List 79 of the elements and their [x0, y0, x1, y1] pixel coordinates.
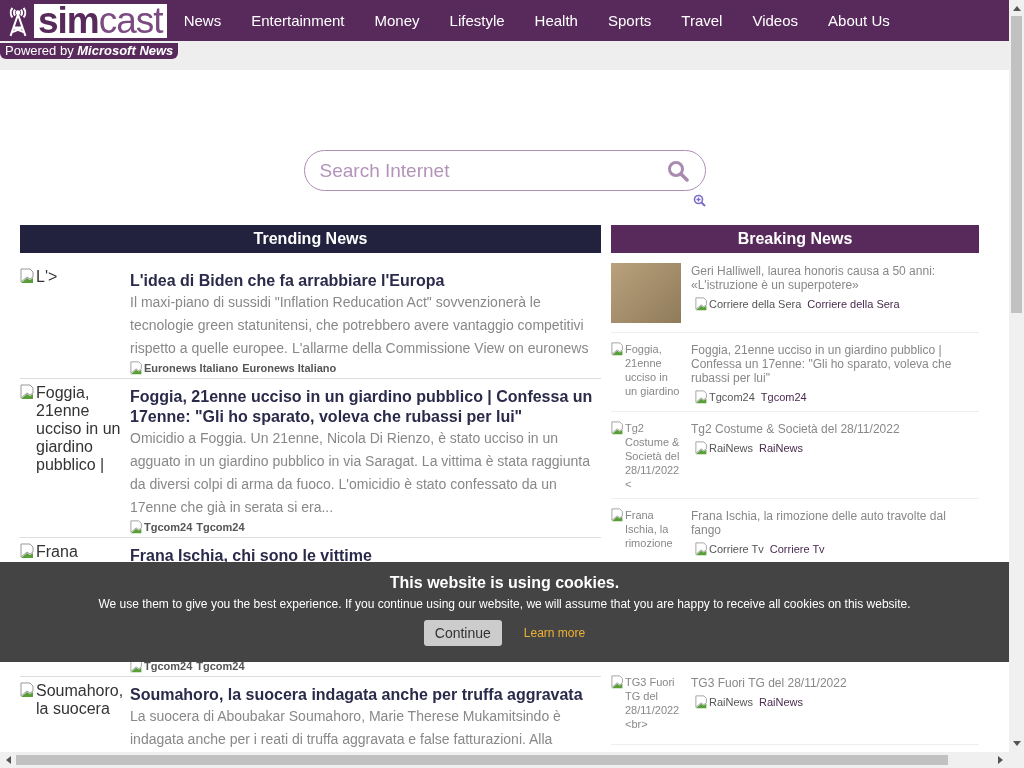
- article-title-link[interactable]: Geri Halliwell, laurea honoris causa a 50 anni: «L'istruzione è un superpotere»: [691, 264, 979, 292]
- broken-image-icon: [611, 675, 625, 689]
- source-link[interactable]: Corriere Tv: [769, 543, 825, 555]
- source-link[interactable]: Tgcom24: [760, 391, 807, 403]
- article-title-link[interactable]: Foggia, 21enne ucciso in un giardino pubblico | Confessa un 17enne: "Gli ho sparato, voleva che rubassi per lui": [130, 387, 601, 427]
- source-link[interactable]: RaiNews: [759, 442, 804, 454]
- image-alt-text: Tg2 Costume & Società del 28/11/2022<: [625, 421, 681, 491]
- broken-image-icon: [611, 342, 625, 356]
- search-field[interactable]: Search Internet: [303, 150, 706, 191]
- image-alt-text: RaiNews: [709, 442, 753, 454]
- learn-more-link[interactable]: Learn more: [523, 626, 586, 640]
- nav-link[interactable]: Sports: [592, 0, 667, 41]
- nav-link[interactable]: Money: [359, 0, 435, 41]
- source-link[interactable]: Corriere della Sera: [807, 298, 900, 310]
- article-summary: La suocera di Aboubakar Soumahoro, Marie Therese Mukamitsindo è indagata anche per i reati di truffa aggravata e false fatturazioni. Alla: [130, 707, 562, 749]
- nav-link[interactable]: Health: [519, 0, 593, 41]
- vertical-scrollbar[interactable]: [1009, 0, 1024, 752]
- photo-placeholder[interactable]: [611, 263, 681, 323]
- nav-link[interactable]: Travel: [666, 0, 738, 41]
- article-summary: Omicidio a Foggia. Un 21enne, Nicola Di Rienzo, è stato ucciso in un agguato in un giardino pubblico in via Saragat. La vittima è stata raggiunta da diversi colpi di arma da fuoco. L'omicidio è stato confessato da un 17enne che già in serata si era...: [130, 429, 591, 517]
- broken-image-icon: [695, 390, 709, 404]
- broken-image-icon: [20, 384, 36, 400]
- image-alt-text: Soumahoro, la suocera: [36, 682, 125, 718]
- source-name: Tgcom24: [196, 660, 245, 672]
- article-title-link[interactable]: TG3 Fuori TG del 28/11/2022: [691, 676, 979, 690]
- image-alt-text: TG3 Fuori TG del 28/11/2022<br>: [625, 675, 681, 731]
- source-name: Euronews Italiano: [242, 362, 337, 374]
- image-alt-text: Corriere della Sera: [709, 298, 802, 310]
- article-summary: Il maxi-piano di sussidi "Inflation Reducation Act" sovvenzionerà le tecnologie green statunitensi, che potrebbero avere vantaggio competitivi rispetto a quelle europee. L'allarme della Commissione View on euronews: [130, 293, 590, 358]
- nav-link[interactable]: Videos: [737, 0, 814, 41]
- scrollbar-thumb[interactable]: [16, 755, 948, 765]
- image-alt-text: Tgcom24: [144, 521, 193, 533]
- image-alt-text: Tgcom24: [709, 391, 755, 403]
- scroll-left-icon[interactable]: [5, 756, 11, 764]
- broken-image-icon: [130, 520, 144, 534]
- nav-link[interactable]: News: [168, 0, 237, 41]
- image-alt-text: Euronews Italiano: [144, 362, 239, 374]
- trending-news-heading: Trending News: [20, 225, 601, 253]
- image-alt-text: RaiNews: [709, 696, 753, 708]
- nav-link[interactable]: Lifestyle: [434, 0, 520, 41]
- article-title-link[interactable]: Foggia, 21enne ucciso in un giardino pubblico | Confessa un 17enne: "Gli ho sparato, voleva che rubassi per lui": [691, 343, 979, 385]
- broken-image-icon: [130, 361, 144, 375]
- scroll-up-icon[interactable]: [1012, 5, 1021, 11]
- source-name: Tgcom24: [196, 521, 245, 533]
- image-alt-text: Frana: [36, 543, 79, 561]
- image-alt-text: Corriere Tv: [709, 543, 764, 555]
- breaking-news-heading: Breaking News: [611, 225, 979, 253]
- powered-by-label: Powered by Microsoft News: [0, 43, 179, 59]
- cookie-banner-title: This website is using cookies.: [389, 574, 620, 592]
- image-alt-text: Frana Ischia, la rimozione: [625, 508, 674, 550]
- broken-image-icon: [20, 268, 36, 284]
- broken-image-icon: [695, 695, 709, 709]
- broken-image-icon: [695, 441, 709, 455]
- broken-image-icon: [20, 543, 36, 559]
- broken-image-icon: [695, 542, 709, 556]
- scrollbar-thumb[interactable]: [1011, 16, 1022, 313]
- scroll-right-icon[interactable]: [998, 756, 1004, 764]
- image-alt-text: Foggia, 21enne ucciso in un giardino: [625, 342, 681, 398]
- image-alt-text: L'>: [36, 268, 59, 286]
- image-alt-text: Foggia, 21enne ucciso in un giardino pubblico |: [36, 384, 122, 474]
- article-title-link[interactable]: Frana Ischia, la rimozione delle auto travolte dal fango: [691, 509, 979, 537]
- broken-image-icon: [611, 508, 625, 522]
- search-icon[interactable]: [666, 160, 689, 182]
- horizontal-scrollbar[interactable]: [0, 752, 1009, 768]
- broken-image-icon: [611, 421, 625, 435]
- cookie-banner-message: We use them to give you the best experience. If you continue using our website, we will assume that you are happy to receive all cookies on this website.: [98, 597, 911, 611]
- nav-link[interactable]: About Us: [813, 0, 905, 41]
- article-title-link[interactable]: Frana Ischia, chi sono le vittime: [130, 546, 601, 566]
- scroll-down-icon[interactable]: [1012, 741, 1021, 747]
- article-title-link[interactable]: Soumahoro, la suocera indagata anche per truffa aggravata: [130, 685, 601, 705]
- nav-link[interactable]: Entertainment: [236, 0, 360, 41]
- source-link[interactable]: RaiNews: [759, 696, 804, 708]
- broken-image-icon: [20, 682, 36, 698]
- broken-image-icon: [695, 297, 709, 311]
- article-title-link[interactable]: Tg2 Costume & Società del 28/11/2022: [691, 422, 979, 436]
- image-alt-text: Tgcom24: [144, 660, 193, 672]
- zoom-in-icon[interactable]: [693, 194, 706, 207]
- continue-button[interactable]: Continue: [423, 620, 502, 646]
- article-title-link[interactable]: L'idea di Biden che fa arrabbiare l'Europa: [130, 271, 601, 291]
